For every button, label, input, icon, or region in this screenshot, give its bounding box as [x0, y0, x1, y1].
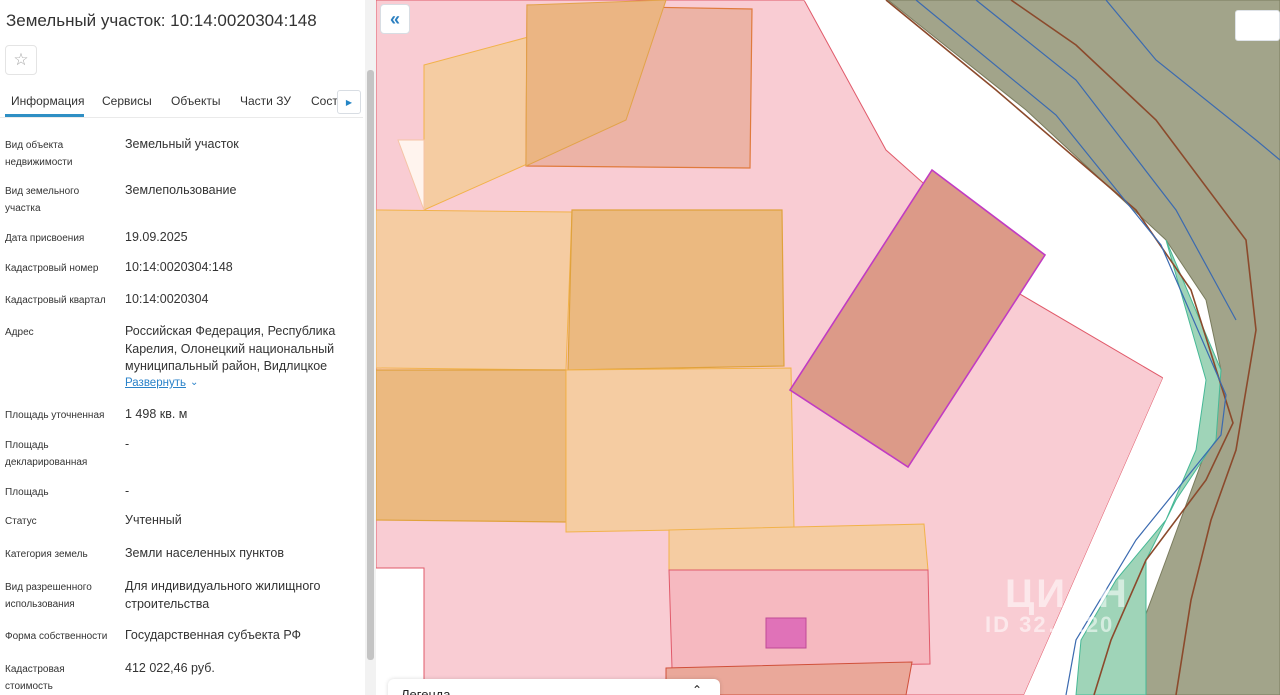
value-ownership: Государственная субъекта РФ — [125, 628, 302, 642]
page-title: Земельный участок: 10:14:0020304:148 — [6, 11, 317, 30]
watermark-brand: ЦИАН — [1005, 572, 1129, 616]
value-cadastral-quarter: 10:14:0020304 — [125, 292, 209, 306]
label-object-type: Вид объекта недвижимости — [5, 140, 73, 168]
panel-scrollbar-thumb[interactable] — [367, 70, 374, 660]
value-object-type: Земельный участок — [125, 137, 239, 151]
map-parcel-bottom-orange — [668, 523, 929, 571]
cadastral-map[interactable] — [376, 0, 1280, 695]
active-tab-indicator — [5, 114, 84, 117]
value-cadastral-number: 10:14:0020304:148 — [125, 260, 233, 274]
tab-objects[interactable]: Объекты — [171, 94, 221, 108]
double-chevron-left-icon: « — [389, 8, 400, 29]
label-land-type: Вид земельного участка — [5, 186, 80, 214]
value-land-category: Земли населенных пунктов — [125, 546, 284, 560]
expand-address-link[interactable]: Развернуть — [125, 377, 186, 389]
tabs-scroll-right-button[interactable]: ▶ — [337, 90, 361, 114]
map-parcel-center-1 — [567, 209, 785, 371]
tab-services[interactable]: Сервисы — [102, 94, 152, 108]
label-ownership: Форма собственности — [5, 631, 108, 642]
label-area-declared: Площадь декларированная — [5, 440, 88, 468]
tab-bar: Информация Сервисы Объекты Части ЗУ Сост… — [0, 86, 363, 118]
label-cadastral-value: Кадастровая стоимость — [5, 664, 65, 692]
value-area-specified: 1 498 кв. м — [125, 407, 188, 421]
chevron-down-icon[interactable]: ⌄ — [190, 377, 198, 388]
map-building-marker — [765, 617, 807, 649]
label-permitted-use: Вид разрешенного использования — [5, 582, 92, 610]
legend-label: Легенда — [401, 687, 451, 695]
map-control-box[interactable] — [1235, 10, 1280, 41]
value-land-type: Землепользование — [125, 183, 237, 197]
map-parcel-left-2 — [376, 369, 567, 523]
label-area-specified: Площадь уточненная — [5, 410, 105, 421]
label-address: Адрес — [5, 327, 34, 338]
map-parcel-center-2 — [565, 367, 795, 533]
label-status: Статус — [5, 516, 37, 527]
label-cadastral-quarter: Кадастровый квартал — [5, 295, 106, 306]
label-assign-date: Дата присвоения — [5, 233, 85, 244]
value-status: Учтенный — [125, 513, 182, 527]
tab-parts[interactable]: Части ЗУ — [240, 94, 291, 108]
arrow-right-icon: ▶ — [345, 97, 353, 107]
label-cadastral-number: Кадастровый номер — [5, 263, 99, 274]
label-land-category: Категория земель — [5, 549, 88, 560]
value-area: - — [125, 484, 130, 498]
collapse-panel-button[interactable]: « — [380, 4, 410, 34]
legend-panel[interactable]: Легенда ⌃ — [388, 679, 720, 695]
map-parcel-left-1 — [376, 209, 573, 371]
chevron-up-icon[interactable]: ⌃ — [692, 683, 702, 695]
map-canvas[interactable] — [376, 0, 1280, 695]
value-permitted-use: Для индивидуального жилищного строительс… — [125, 579, 321, 611]
tab-info[interactable]: Информация — [11, 94, 84, 108]
value-area-declared: - — [125, 437, 130, 451]
favorite-button[interactable]: ☆ — [5, 45, 37, 75]
value-address: Российская Федерация, Республика Карелия… — [125, 324, 336, 373]
info-panel: Земельный участок: 10:14:0020304:148 ☆ И… — [0, 0, 376, 695]
label-area: Площадь — [5, 487, 49, 498]
value-assign-date: 19.09.2025 — [125, 230, 188, 244]
watermark-id: ID 32…220 — [985, 612, 1115, 637]
value-cadastral-value: 412 022,46 руб. — [125, 661, 215, 675]
star-icon: ☆ — [13, 50, 29, 69]
